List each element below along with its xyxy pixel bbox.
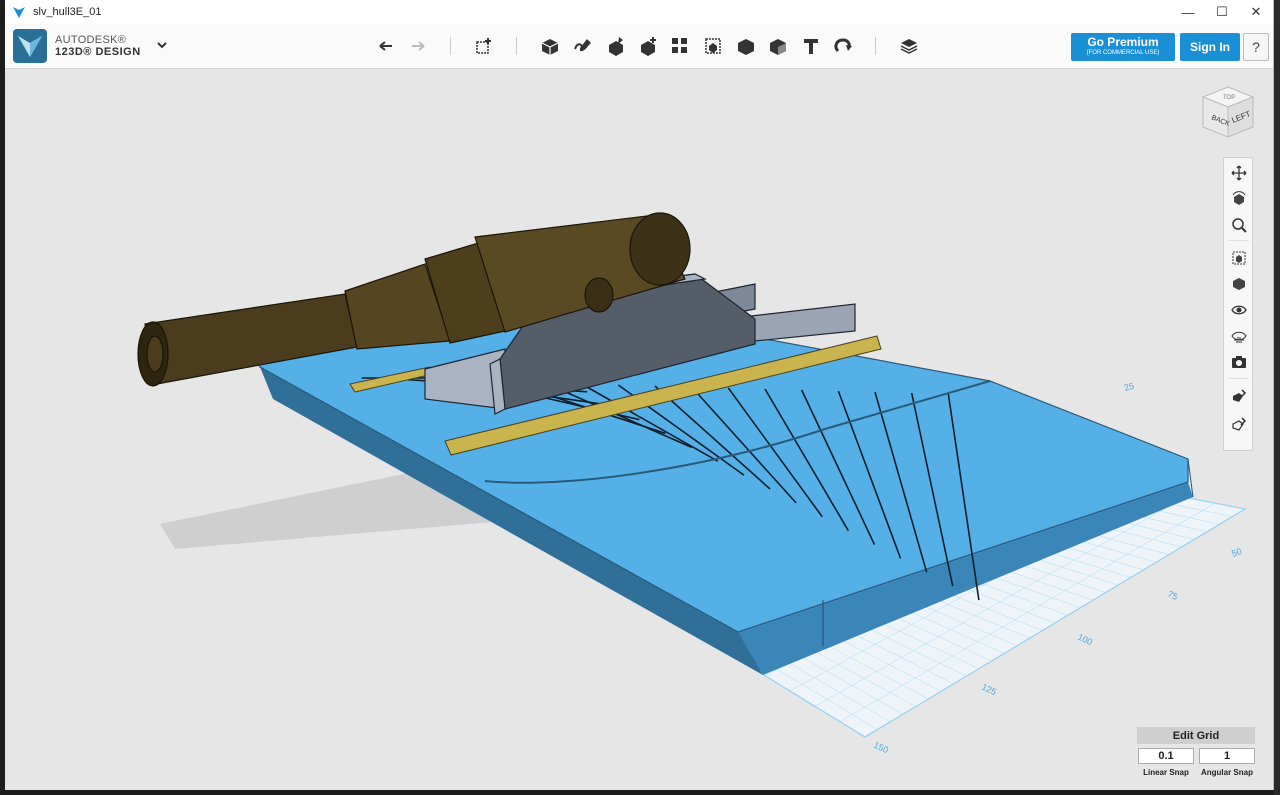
pan-icon[interactable] <box>1229 163 1249 183</box>
grid-axis-label: 50 <box>1230 546 1243 559</box>
grid-axis-label: 150 <box>872 740 890 755</box>
desktop-edge <box>1274 0 1280 795</box>
shaded-icon[interactable] <box>1229 274 1249 294</box>
grouping-icon[interactable] <box>667 33 693 59</box>
go-premium-button[interactable]: Go Premium (FOR COMMERCIAL USE) <box>1071 33 1175 61</box>
orbit-icon[interactable] <box>1229 189 1249 209</box>
redo-icon[interactable] <box>405 33 431 59</box>
linear-snap-input[interactable] <box>1138 748 1194 764</box>
close-button[interactable]: ✕ <box>1239 0 1273 24</box>
fit-icon[interactable] <box>1229 248 1249 268</box>
brand-line-2: 123D® DESIGN <box>55 46 141 58</box>
primitives-icon[interactable] <box>471 33 497 59</box>
linear-snap-label: Linear Snap <box>1143 768 1189 777</box>
chevron-down-icon[interactable] <box>154 37 170 53</box>
3d-viewport[interactable]: 25 50 75 100 125 150 BACK LEFT TOP Edit … <box>5 69 1273 790</box>
navigation-bar <box>1223 157 1253 451</box>
edit-grid-button[interactable]: Edit Grid <box>1137 727 1255 744</box>
grid-axis-label: 100 <box>1076 632 1094 647</box>
app-window: slv_hull3E_01 — ☐ ✕ AUTODESK® 123D® DESI… <box>5 0 1274 790</box>
sketch-icon[interactable] <box>570 33 596 59</box>
measure-icon[interactable] <box>733 33 759 59</box>
grid-axis-label: 25 <box>1123 381 1135 393</box>
grid-settings-panel: Edit Grid Linear Snap Angular Snap <box>1137 727 1255 783</box>
layers-icon[interactable] <box>896 33 922 59</box>
material-icon[interactable] <box>765 33 791 59</box>
go-premium-sublabel: (FOR COMMERCIAL USE) <box>1086 50 1160 56</box>
pattern-icon[interactable] <box>635 33 661 59</box>
camera-icon[interactable] <box>1229 352 1249 372</box>
title-bar: slv_hull3E_01 — ☐ ✕ <box>5 0 1273 24</box>
help-button[interactable]: ? <box>1243 33 1269 61</box>
outline-icon[interactable] <box>1229 414 1249 434</box>
text-icon[interactable] <box>798 33 824 59</box>
sign-in-button[interactable]: Sign In <box>1180 33 1240 61</box>
logo-mark-icon <box>13 29 47 63</box>
snap-icon[interactable] <box>830 33 856 59</box>
combine-icon[interactable] <box>700 33 726 59</box>
maximize-button[interactable]: ☐ <box>1205 0 1239 24</box>
app-icon <box>13 7 25 18</box>
window-title: slv_hull3E_01 <box>33 6 102 18</box>
angular-snap-label: Angular Snap <box>1200 768 1253 777</box>
grid-axis-label: 75 <box>1166 589 1179 602</box>
viewcube-face-top: TOP <box>1223 95 1235 101</box>
view-cube[interactable]: BACK LEFT TOP <box>1199 83 1257 141</box>
brand-line-1: AUTODESK® <box>55 34 127 46</box>
material-edit-icon[interactable] <box>1229 386 1249 406</box>
scene-canvas[interactable]: 25 50 75 100 125 150 <box>5 69 1274 790</box>
minimize-button[interactable]: — <box>1171 0 1205 24</box>
undo-icon[interactable] <box>373 33 399 59</box>
main-toolbar: AUTODESK® 123D® DESIGN Go Premium (FOR C… <box>5 24 1273 69</box>
zoom-icon[interactable] <box>1229 215 1249 235</box>
visibility-eye-icon[interactable] <box>1229 300 1249 320</box>
modify-icon[interactable] <box>603 33 629 59</box>
go-premium-label: Go Premium <box>1087 35 1159 49</box>
grid-axis-label: 125 <box>980 682 998 697</box>
grid-toggle-icon[interactable] <box>1229 326 1249 346</box>
app-logo[interactable]: AUTODESK® 123D® DESIGN <box>13 29 141 63</box>
angular-snap-input[interactable] <box>1199 748 1255 764</box>
construct-icon[interactable] <box>537 33 563 59</box>
